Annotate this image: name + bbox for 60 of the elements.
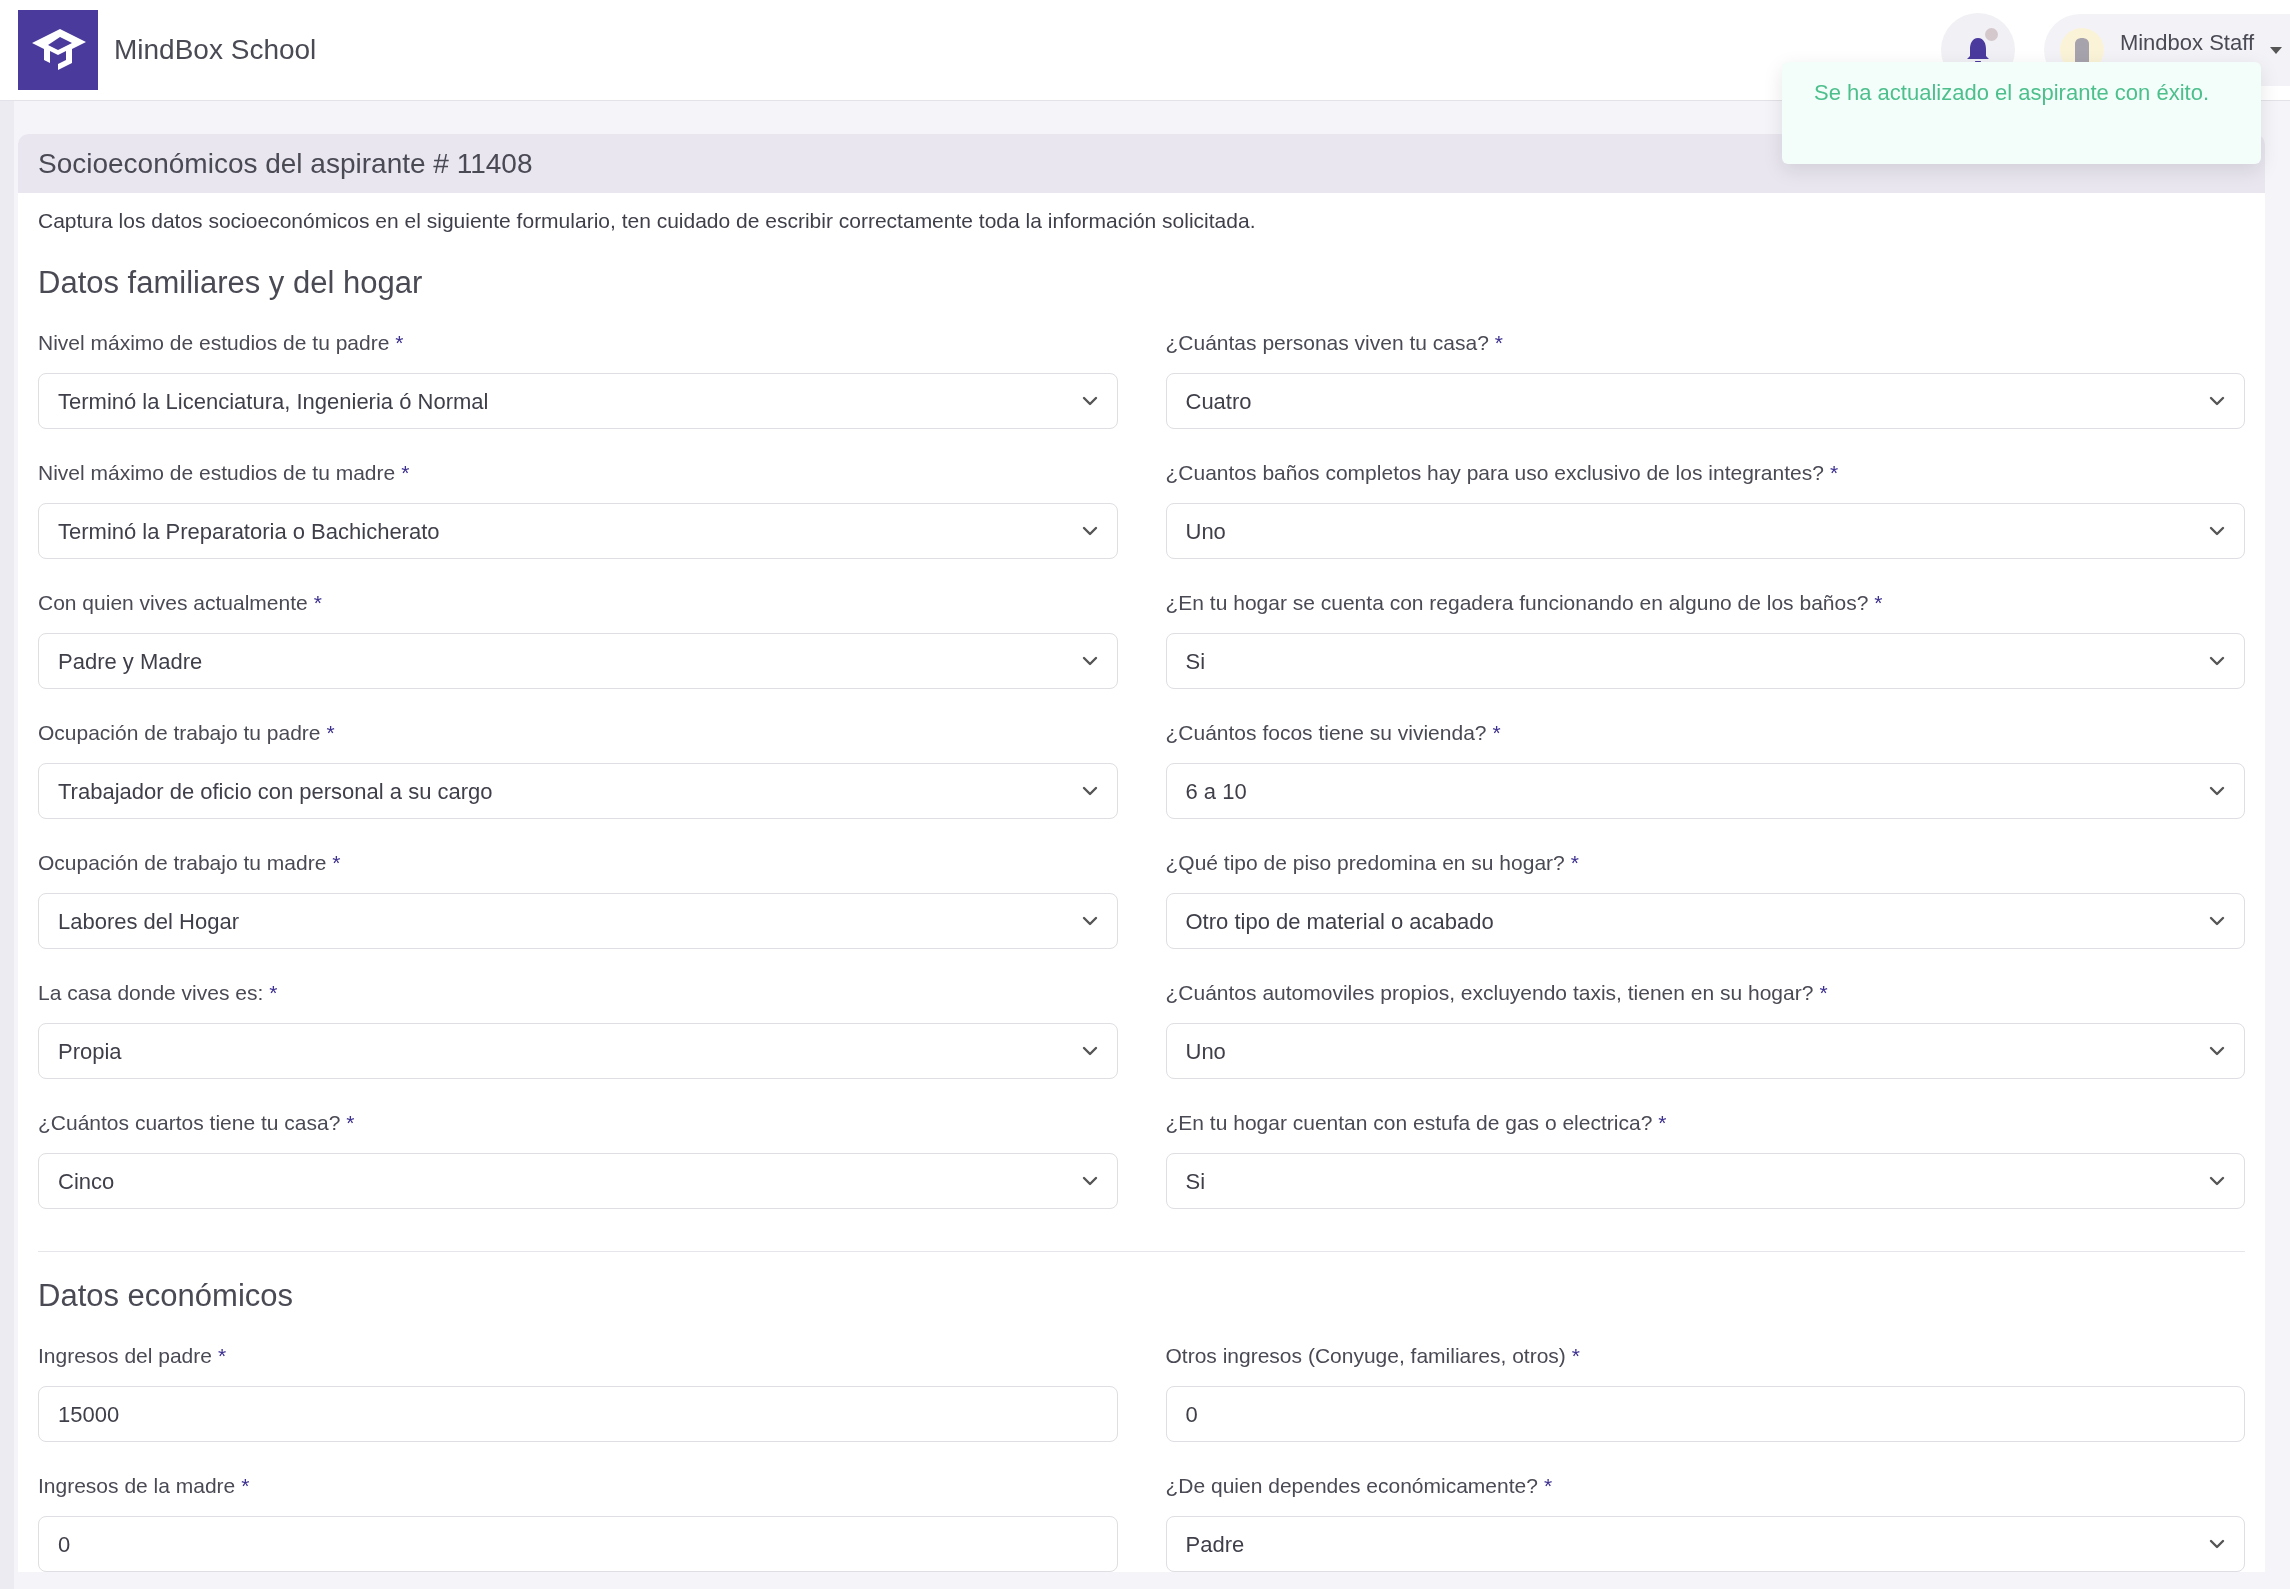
select-field[interactable]: Otro tipo de material o acabado <box>1165 893 2245 949</box>
brand-name: MindBox School <box>114 33 317 67</box>
field-label: Otros ingresos (Conyuge, familiares, otros) * <box>1165 1343 1580 1369</box>
field-label: ¿Cuantos baños completos hay para uso exclusivo de los integrantes? * <box>1165 460 1839 486</box>
select-field[interactable]: Labores del Hogar <box>38 893 1118 949</box>
select-field[interactable]: Terminó la Licenciatura, Ingenieria ó Normal <box>38 373 1118 429</box>
chevron-down-icon <box>2209 526 2225 536</box>
chevron-down-icon <box>1081 656 1098 666</box>
field-label: Ingresos de la madre * <box>38 1473 250 1499</box>
field-label: ¿Cuántos automoviles propios, excluyendo taxis, tienen en su hogar? * <box>1165 980 1828 1006</box>
chevron-down-icon <box>1081 526 1098 536</box>
select-field[interactable]: Propia <box>38 1023 1118 1079</box>
field-label: ¿De quien dependes económicamente? * <box>1165 1473 1553 1499</box>
input-field[interactable]: 15000 <box>38 1386 1118 1442</box>
input-field[interactable]: 0 <box>1165 1386 2245 1442</box>
field-label: Ocupación de trabajo tu padre * <box>38 720 335 746</box>
logo-icon[interactable] <box>18 10 98 90</box>
select-field[interactable]: Cuatro <box>1165 373 2245 429</box>
select-field[interactable]: Si <box>1165 1153 2245 1209</box>
chevron-down-icon <box>1081 786 1098 796</box>
field-label: Nivel máximo de estudios de tu madre * <box>38 460 410 486</box>
select-field[interactable]: Padre <box>1165 1516 2245 1572</box>
select-field[interactable]: Cinco <box>38 1153 1118 1209</box>
form-description: Captura los datos socioeconómicos en el siguiente formulario, ten cuidado de escribir correctamente toda la información solicitada. <box>38 208 1257 234</box>
field-label: ¿En tu hogar cuentan con estufa de gas o electrica? * <box>1165 1110 1667 1136</box>
chevron-down-icon <box>1081 1046 1098 1056</box>
chevron-down-icon <box>2209 396 2225 406</box>
select-field[interactable]: Trabajador de oficio con personal a su cargo <box>38 763 1118 819</box>
field-label: ¿En tu hogar se cuenta con regadera funcionando en alguno de los baños? * <box>1165 590 1883 616</box>
field-label: ¿Cuántos cuartos tiene tu casa? * <box>38 1110 355 1136</box>
user-name: Mindbox Staff <box>2119 29 2254 57</box>
section-heading: Datos familiares y del hogar <box>38 264 424 302</box>
chevron-down-icon <box>1081 916 1098 926</box>
field-label: ¿Qué tipo de piso predomina en su hogar? * <box>1165 850 1579 876</box>
page-title: Socioeconómicos del aspirante # 11408 <box>38 146 533 181</box>
chevron-down-icon <box>2209 1046 2225 1056</box>
select-field[interactable]: 6 a 10 <box>1165 763 2245 819</box>
field-label: Ingresos del padre * <box>38 1343 227 1369</box>
caret-icon <box>2270 46 2282 54</box>
select-field[interactable]: Uno <box>1165 503 2245 559</box>
chevron-down-icon <box>2209 1539 2225 1549</box>
field-label: Ocupación de trabajo tu madre * <box>38 850 341 876</box>
select-field[interactable]: Si <box>1165 633 2245 689</box>
chevron-down-icon <box>2209 656 2225 666</box>
field-label: La casa donde vives es: * <box>38 980 278 1006</box>
select-field[interactable]: Terminó la Preparatoria o Bachicherato <box>38 503 1118 559</box>
success-toast: Se ha actualizado el aspirante con éxito. <box>1782 62 2261 164</box>
select-field[interactable]: Padre y Madre <box>38 633 1118 689</box>
field-label: Con quien vives actualmente * <box>38 590 322 616</box>
field-label: ¿Cuántas personas viven tu casa? * <box>1165 330 1504 356</box>
field-label: Nivel máximo de estudios de tu padre * <box>38 330 404 356</box>
select-field[interactable]: Uno <box>1165 1023 2245 1079</box>
chevron-down-icon <box>1081 396 1098 406</box>
chevron-down-icon <box>2209 1176 2225 1186</box>
section-heading: Datos económicos <box>38 1277 294 1315</box>
field-label: ¿Cuántos focos tiene su vivienda? * <box>1165 720 1501 746</box>
input-field[interactable]: 0 <box>38 1516 1118 1572</box>
chevron-down-icon <box>1081 1176 1098 1186</box>
chevron-down-icon <box>2209 916 2225 926</box>
chevron-down-icon <box>2209 786 2225 796</box>
